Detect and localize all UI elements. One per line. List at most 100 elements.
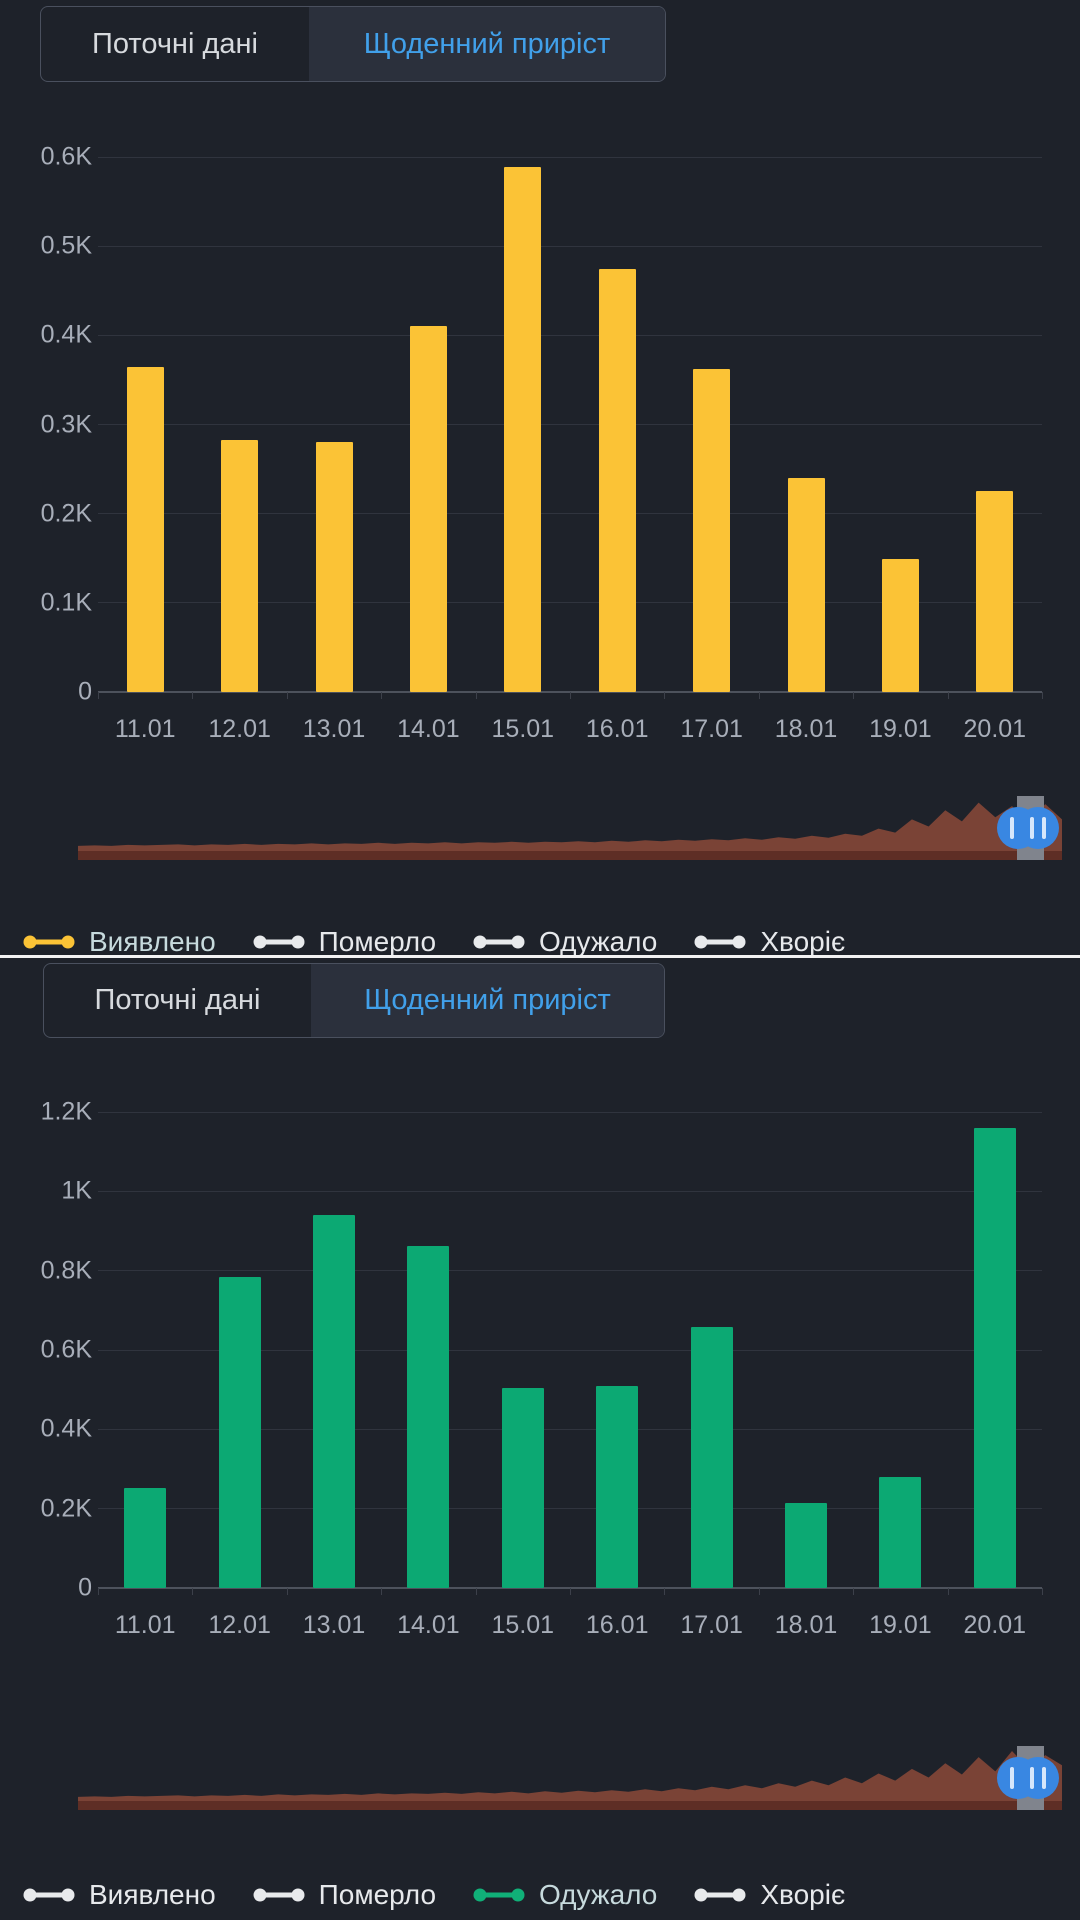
x-axis-tick-label: 11.01 — [115, 715, 176, 744]
handle-grip-icon — [1030, 817, 1034, 839]
bar-13.01[interactable] — [313, 1215, 355, 1588]
axis-tick — [476, 1588, 477, 1595]
axis-tick — [948, 1588, 949, 1595]
legend-label: Одужало — [539, 926, 657, 958]
axis-tick — [948, 692, 949, 699]
gridline — [98, 335, 1042, 336]
axis-tick — [759, 692, 760, 699]
line-marker-icon — [472, 934, 526, 950]
range-navigator[interactable] — [78, 796, 1062, 860]
y-axis-tick-label: 0 — [0, 1574, 92, 1603]
line-marker-icon — [22, 934, 76, 950]
axis-tick — [287, 1588, 288, 1595]
bar-19.01[interactable] — [879, 1477, 921, 1588]
y-axis-tick-label: 0.4K — [0, 1415, 92, 1444]
legend-item-detected[interactable]: Виявлено — [22, 1879, 216, 1911]
legend-label: Виявлено — [89, 926, 216, 958]
y-axis-tick-label: 0.2K — [0, 499, 92, 528]
legend-item-died[interactable]: Померло — [252, 926, 436, 958]
y-axis-tick-label: 1K — [0, 1177, 92, 1206]
line-marker-icon — [472, 1887, 526, 1903]
y-axis-tick-label: 0.2K — [0, 1494, 92, 1523]
axis-tick — [1042, 1588, 1043, 1595]
bar-11.01[interactable] — [127, 367, 164, 692]
y-axis-tick-label: 0.1K — [0, 588, 92, 617]
axis-tick — [192, 1588, 193, 1595]
bar-15.01[interactable] — [502, 1388, 544, 1588]
bar-19.01[interactable] — [882, 559, 919, 692]
legend-item-recovered[interactable]: Одужало — [472, 926, 657, 958]
bar-17.01[interactable] — [691, 1327, 733, 1588]
bar-16.01[interactable] — [596, 1386, 638, 1588]
x-axis-tick-label: 15.01 — [492, 1611, 555, 1640]
axis-tick — [570, 692, 571, 699]
legend-label: Померло — [319, 926, 436, 958]
axis-tick — [570, 1588, 571, 1595]
axis-tick — [664, 692, 665, 699]
chart-legend: Виявлено Померло Одужало Хворіє — [0, 1871, 845, 1919]
y-axis-tick-label: 0.6K — [0, 1336, 92, 1365]
x-axis-tick-label: 17.01 — [680, 1611, 743, 1640]
x-axis-tick-label: 16.01 — [586, 715, 649, 744]
tab-bar: Поточні дані Щоденний приріст — [40, 6, 666, 82]
axis-tick — [381, 692, 382, 699]
x-axis-tick-label: 15.01 — [492, 715, 555, 744]
y-axis-tick-label: 1.2K — [0, 1098, 92, 1127]
bar-18.01[interactable] — [788, 478, 825, 692]
axis-tick — [1042, 692, 1043, 699]
gridline — [98, 246, 1042, 247]
axis-tick — [853, 1588, 854, 1595]
line-marker-icon — [252, 1887, 306, 1903]
axis-tick — [287, 692, 288, 699]
x-axis-tick-label: 19.01 — [869, 715, 932, 744]
axis-tick — [759, 1588, 760, 1595]
tab-daily-increase[interactable]: Щоденний приріст — [311, 964, 664, 1037]
bar-12.01[interactable] — [221, 440, 258, 692]
navigator-handle-right[interactable] — [1017, 807, 1059, 849]
chart-panel-detected: Поточні дані Щоденний приріст 0.6K0.5K0.… — [0, 0, 1080, 958]
x-axis-tick-label: 13.01 — [303, 1611, 366, 1640]
tab-current-data[interactable]: Поточні дані — [44, 964, 311, 1037]
range-navigator[interactable] — [78, 1746, 1062, 1810]
bar-18.01[interactable] — [785, 1503, 827, 1588]
x-axis-tick-label: 19.01 — [869, 1611, 932, 1640]
bar-14.01[interactable] — [410, 326, 447, 692]
x-axis-tick-label: 18.01 — [775, 715, 838, 744]
legend-label: Хворіє — [760, 926, 845, 958]
axis-tick — [664, 1588, 665, 1595]
covid-dashboard: Поточні дані Щоденний приріст 0.6K0.5K0.… — [0, 0, 1080, 1920]
bar-15.01[interactable] — [504, 167, 541, 692]
x-axis-tick-label: 18.01 — [775, 1611, 838, 1640]
tab-current-data[interactable]: Поточні дані — [41, 7, 309, 81]
y-axis-tick-label: 0.3K — [0, 410, 92, 439]
legend-item-detected[interactable]: Виявлено — [22, 926, 216, 958]
gridline — [98, 1191, 1042, 1192]
x-axis-tick-label: 12.01 — [208, 1611, 271, 1640]
bar-11.01[interactable] — [124, 1488, 166, 1588]
bar-13.01[interactable] — [316, 442, 353, 692]
bar-20.01[interactable] — [974, 1128, 1016, 1588]
line-marker-icon — [22, 1887, 76, 1903]
bar-12.01[interactable] — [219, 1277, 261, 1588]
handle-grip-icon — [1010, 817, 1014, 839]
handle-grip-icon — [1010, 1767, 1014, 1789]
legend-item-sick[interactable]: Хворіє — [693, 926, 845, 958]
legend-item-died[interactable]: Померло — [252, 1879, 436, 1911]
x-axis-tick-label: 14.01 — [397, 715, 460, 744]
bar-17.01[interactable] — [693, 369, 730, 692]
x-axis-tick-label: 20.01 — [964, 1611, 1027, 1640]
bar-14.01[interactable] — [407, 1246, 449, 1588]
legend-item-recovered[interactable]: Одужало — [472, 1879, 657, 1911]
bar-16.01[interactable] — [599, 269, 636, 692]
tab-daily-increase[interactable]: Щоденний приріст — [309, 7, 665, 81]
navigator-handle-right[interactable] — [1017, 1757, 1059, 1799]
navigator-sparkline — [78, 1746, 1062, 1810]
handle-grip-icon — [1030, 1767, 1034, 1789]
axis-tick — [381, 1588, 382, 1595]
legend-item-sick[interactable]: Хворіє — [693, 1879, 845, 1911]
y-axis-tick-label: 0.4K — [0, 321, 92, 350]
bar-20.01[interactable] — [976, 491, 1013, 692]
y-axis-tick-label: 0 — [0, 678, 92, 707]
x-axis-tick-label: 12.01 — [208, 715, 271, 744]
gridline — [98, 157, 1042, 158]
